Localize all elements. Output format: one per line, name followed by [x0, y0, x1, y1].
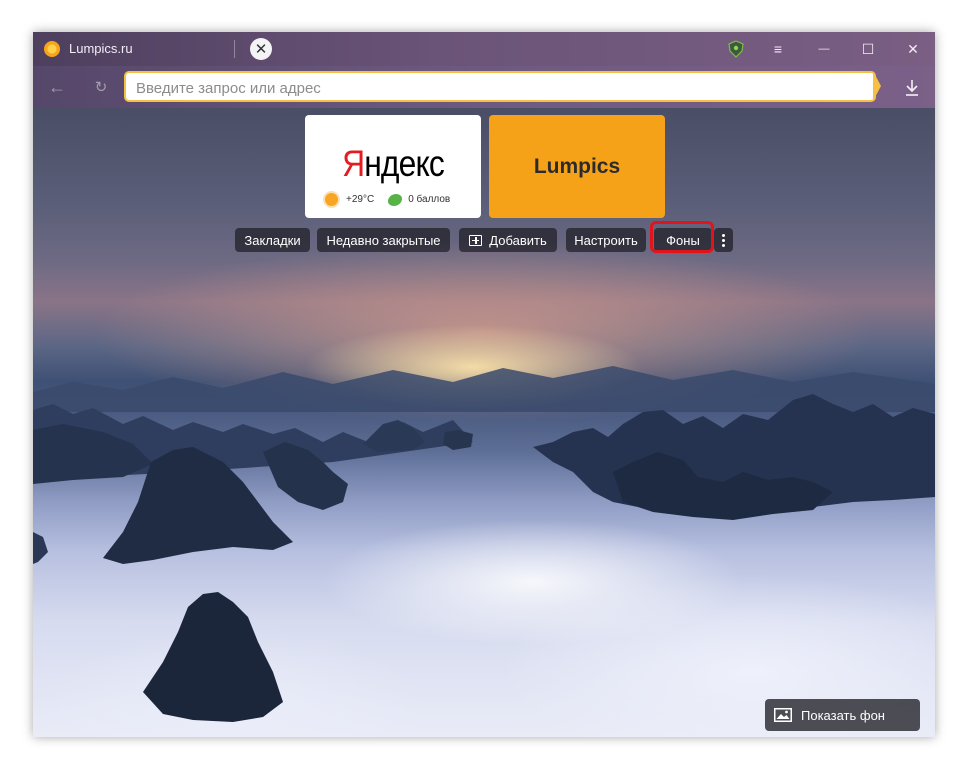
hamburger-icon: ≡	[773, 41, 783, 57]
sun-icon	[325, 193, 338, 206]
show-background-label: Показать фон	[801, 707, 885, 723]
customize-button[interactable]: Настроить	[566, 228, 646, 252]
minimize-icon: —	[818, 43, 830, 55]
weather-temperature: +29°C	[346, 194, 375, 205]
tab-title: Lumpics.ru	[69, 41, 133, 56]
menu-button[interactable]: ≡	[755, 32, 801, 66]
reload-icon: ↻	[94, 79, 108, 96]
title-bar: Lumpics.ru ✕ ≡ — ☐ ✕	[33, 32, 935, 66]
browser-window: Lumpics.ru ✕ ≡ — ☐ ✕ ← ↻ Введите запрос …	[33, 32, 935, 737]
address-bar[interactable]	[124, 71, 876, 102]
new-tab-icon: ✕	[254, 40, 268, 58]
reload-button[interactable]: ↻	[87, 74, 115, 100]
tableau-toolbar: Закладки Недавно закрытые Добавить Настр…	[33, 228, 935, 252]
yandex-tile[interactable]: Яндекс +29°C 0 баллов	[305, 115, 481, 218]
address-bar-arrow-tip	[873, 71, 881, 101]
address-input[interactable]	[134, 77, 858, 99]
lumpics-favicon-icon	[44, 41, 60, 57]
arrow-left-icon: ←	[48, 76, 66, 97]
maximize-icon: ☐	[861, 40, 875, 57]
protect-shield-icon[interactable]	[728, 40, 744, 58]
maximize-button[interactable]: ☐	[845, 32, 891, 66]
traffic-score: 0 баллов	[408, 194, 451, 205]
recently-closed-button[interactable]: Недавно закрытые	[317, 228, 450, 252]
close-window-button[interactable]: ✕	[890, 32, 935, 66]
mountain-silhouettes	[33, 366, 935, 722]
more-options-button[interactable]	[714, 228, 733, 252]
backgrounds-button[interactable]: Фоны	[654, 228, 712, 252]
add-icon	[469, 234, 483, 246]
new-tab-button[interactable]: ✕	[250, 38, 272, 60]
traffic-icon	[388, 193, 403, 206]
bookmarks-button[interactable]: Закладки	[235, 228, 310, 252]
lumpics-tile-label: Lumpics	[533, 155, 621, 178]
back-button[interactable]: ←	[43, 74, 71, 100]
add-button-label: Добавить	[489, 232, 547, 248]
add-button[interactable]: Добавить	[459, 228, 557, 252]
tab-divider	[234, 40, 235, 58]
browser-tab[interactable]: Lumpics.ru	[33, 32, 233, 66]
lumpics-tile[interactable]: Lumpics	[489, 115, 665, 218]
yandex-logo-first-letter: Я	[342, 143, 365, 184]
yandex-info-row: +29°C 0 баллов	[325, 193, 450, 206]
close-icon: ✕	[907, 40, 919, 57]
picture-icon	[774, 708, 792, 722]
yandex-logo: Яндекс	[317, 143, 468, 185]
show-background-button[interactable]: Показать фон	[765, 699, 920, 731]
navigation-bar: ← ↻	[33, 66, 935, 108]
minimize-button[interactable]: —	[801, 32, 847, 66]
download-icon[interactable]	[899, 75, 925, 101]
yandex-logo-rest: ндекс	[364, 143, 445, 184]
vertical-dots-icon	[722, 233, 725, 247]
